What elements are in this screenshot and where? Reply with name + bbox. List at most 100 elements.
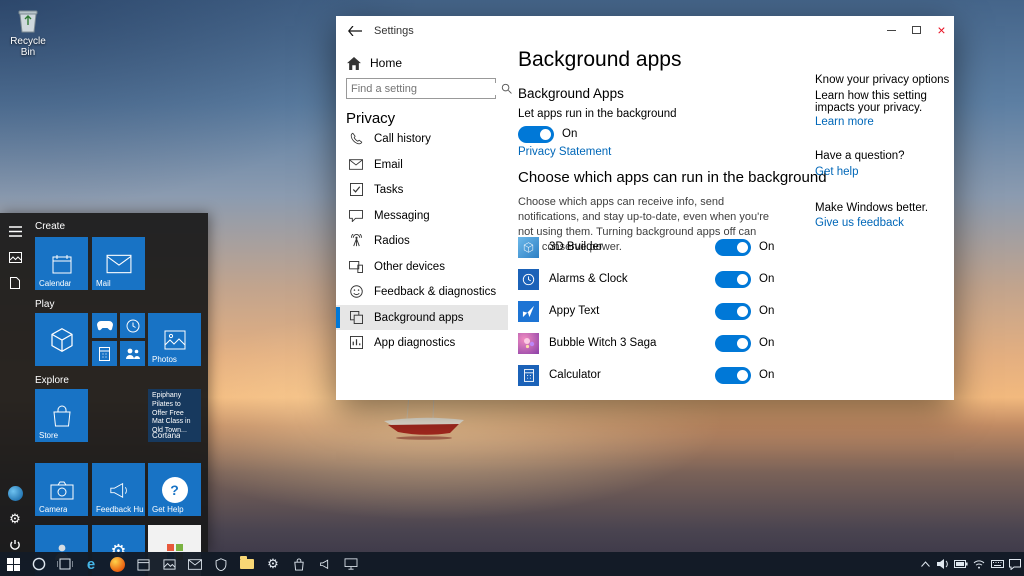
user-avatar[interactable] [7, 485, 23, 501]
volume-button[interactable] [934, 552, 952, 576]
bubble-witch-icon [518, 332, 539, 354]
tile-store[interactable]: Store [35, 389, 88, 442]
tile-people-small[interactable] [120, 341, 145, 366]
tile-camera[interactable]: Camera [35, 463, 88, 516]
nav-item-tasks[interactable]: Tasks [336, 177, 508, 202]
nav-item-radios[interactable]: Radios [336, 228, 508, 253]
monitor-icon [344, 558, 358, 570]
privacy-options-desc: Learn how this setting impacts your priv… [815, 90, 927, 114]
devices-icon [348, 259, 364, 275]
start-group-play: Play [35, 299, 55, 310]
hamburger-menu-icon[interactable] [7, 223, 23, 239]
tile-feedback-hub[interactable]: Feedback Hub [92, 463, 145, 516]
cortana-search-button[interactable] [26, 552, 52, 576]
cortana-circle-icon [32, 557, 46, 571]
taskbar-this-pc[interactable] [338, 552, 364, 576]
recycle-bin[interactable]: Recycle Bin [4, 8, 52, 58]
taskbar-settings[interactable]: ⚙ [260, 552, 286, 576]
calculator-app-icon [518, 364, 539, 386]
calendar-icon [52, 254, 71, 273]
tile-photos[interactable]: Photos [148, 313, 201, 366]
learn-more-link[interactable]: Learn more [815, 116, 954, 128]
photos-icon [164, 330, 185, 349]
tile-label: Feedback Hub [96, 505, 144, 514]
calculator-icon [99, 346, 110, 361]
windows-logo-icon [6, 557, 20, 571]
tile-calculator-small[interactable] [92, 341, 117, 366]
calendar-taskbar-icon [136, 558, 150, 571]
network-button[interactable] [970, 552, 988, 576]
start-group-create: Create [35, 221, 66, 232]
close-button[interactable]: × [929, 16, 954, 44]
desktop: Recycle Bin ⚙ Create Calendar Mail Play [0, 0, 1024, 576]
action-center-button[interactable] [1006, 552, 1024, 576]
gear-taskbar-icon: ⚙ [267, 556, 279, 571]
nav-item-messaging[interactable]: Messaging [336, 203, 508, 228]
toggle-appy-text[interactable] [715, 303, 751, 320]
taskbar-file-explorer[interactable] [234, 552, 260, 576]
task-view-button[interactable] [52, 552, 78, 576]
taskbar-store[interactable] [286, 552, 312, 576]
taskbar-mail[interactable] [182, 552, 208, 576]
megaphone-icon [109, 482, 127, 498]
state-alarms-clock: On [759, 273, 775, 285]
battery-button[interactable] [952, 552, 970, 576]
nav-item-email[interactable]: Email [336, 152, 508, 177]
documents-icon[interactable] [7, 275, 23, 291]
privacy-statement-link[interactable]: Privacy Statement [518, 146, 611, 158]
tile-games[interactable] [92, 313, 117, 338]
tile-3d-builder[interactable] [35, 313, 88, 366]
hidden-icons-chevron[interactable] [916, 552, 934, 576]
taskbar-defender[interactable] [208, 552, 234, 576]
task-view-icon [57, 558, 73, 570]
tile-label: Get Help [152, 505, 184, 514]
taskbar-firefox[interactable] [104, 552, 130, 576]
tile-mail[interactable]: Mail [92, 237, 145, 290]
toggle-3d-builder[interactable] [715, 239, 751, 256]
toggle-bubble-witch[interactable] [715, 335, 751, 352]
tile-cortana-news[interactable]: Epiphany Pilates to Offer Free Mat Class… [148, 389, 201, 442]
tasks-icon [348, 182, 364, 198]
back-button[interactable] [340, 18, 370, 44]
get-help-link[interactable]: Get help [815, 166, 954, 178]
page-title: Background apps [518, 48, 682, 71]
taskbar-edge[interactable]: e [78, 552, 104, 576]
power-icon[interactable] [7, 537, 23, 553]
section-heading: Choose which apps can run in the backgro… [518, 169, 827, 186]
taskbar-feedback-hub[interactable] [312, 552, 338, 576]
nav-section-title: Privacy [346, 110, 396, 127]
settings-gear-icon[interactable]: ⚙ [7, 511, 23, 527]
privacy-options-title: Know your privacy options [815, 74, 950, 86]
master-toggle-state: On [562, 128, 578, 140]
maximize-button[interactable] [904, 16, 929, 44]
tile-clock[interactable] [120, 313, 145, 338]
mail-taskbar-icon [188, 558, 202, 570]
taskbar-photos[interactable] [156, 552, 182, 576]
nav-item-background-apps[interactable]: Background apps [336, 305, 508, 330]
master-toggle-label: Let apps run in the background [518, 108, 677, 120]
search-icon[interactable] [497, 83, 516, 94]
give-feedback-link[interactable]: Give us feedback [815, 217, 954, 229]
search-input[interactable] [347, 82, 497, 95]
start-button[interactable] [0, 552, 26, 576]
edge-icon: e [86, 555, 96, 573]
pictures-icon[interactable] [7, 249, 23, 265]
battery-icon [954, 560, 968, 568]
nav-home[interactable]: Home [346, 52, 402, 74]
tile-get-help[interactable]: ? Get Help [148, 463, 201, 516]
nav-item-feedback-diagnostics[interactable]: Feedback & diagnostics [336, 279, 508, 304]
taskbar-calendar[interactable] [130, 552, 156, 576]
system-tray [916, 552, 1024, 576]
nav-item-call-history[interactable]: Call history [336, 126, 508, 151]
tile-calendar[interactable]: Calendar [35, 237, 88, 290]
toggle-alarms-clock[interactable] [715, 271, 751, 288]
state-bubble-witch: On [759, 337, 775, 349]
keyboard-button[interactable] [988, 552, 1006, 576]
minimize-button[interactable] [879, 16, 904, 44]
tile-label: Store [39, 431, 59, 440]
nav-item-other-devices[interactable]: Other devices [336, 254, 508, 279]
master-toggle[interactable] [518, 126, 554, 143]
toggle-calculator[interactable] [715, 367, 751, 384]
speech-bubble-icon [348, 208, 364, 224]
nav-item-app-diagnostics[interactable]: App diagnostics [336, 330, 508, 355]
